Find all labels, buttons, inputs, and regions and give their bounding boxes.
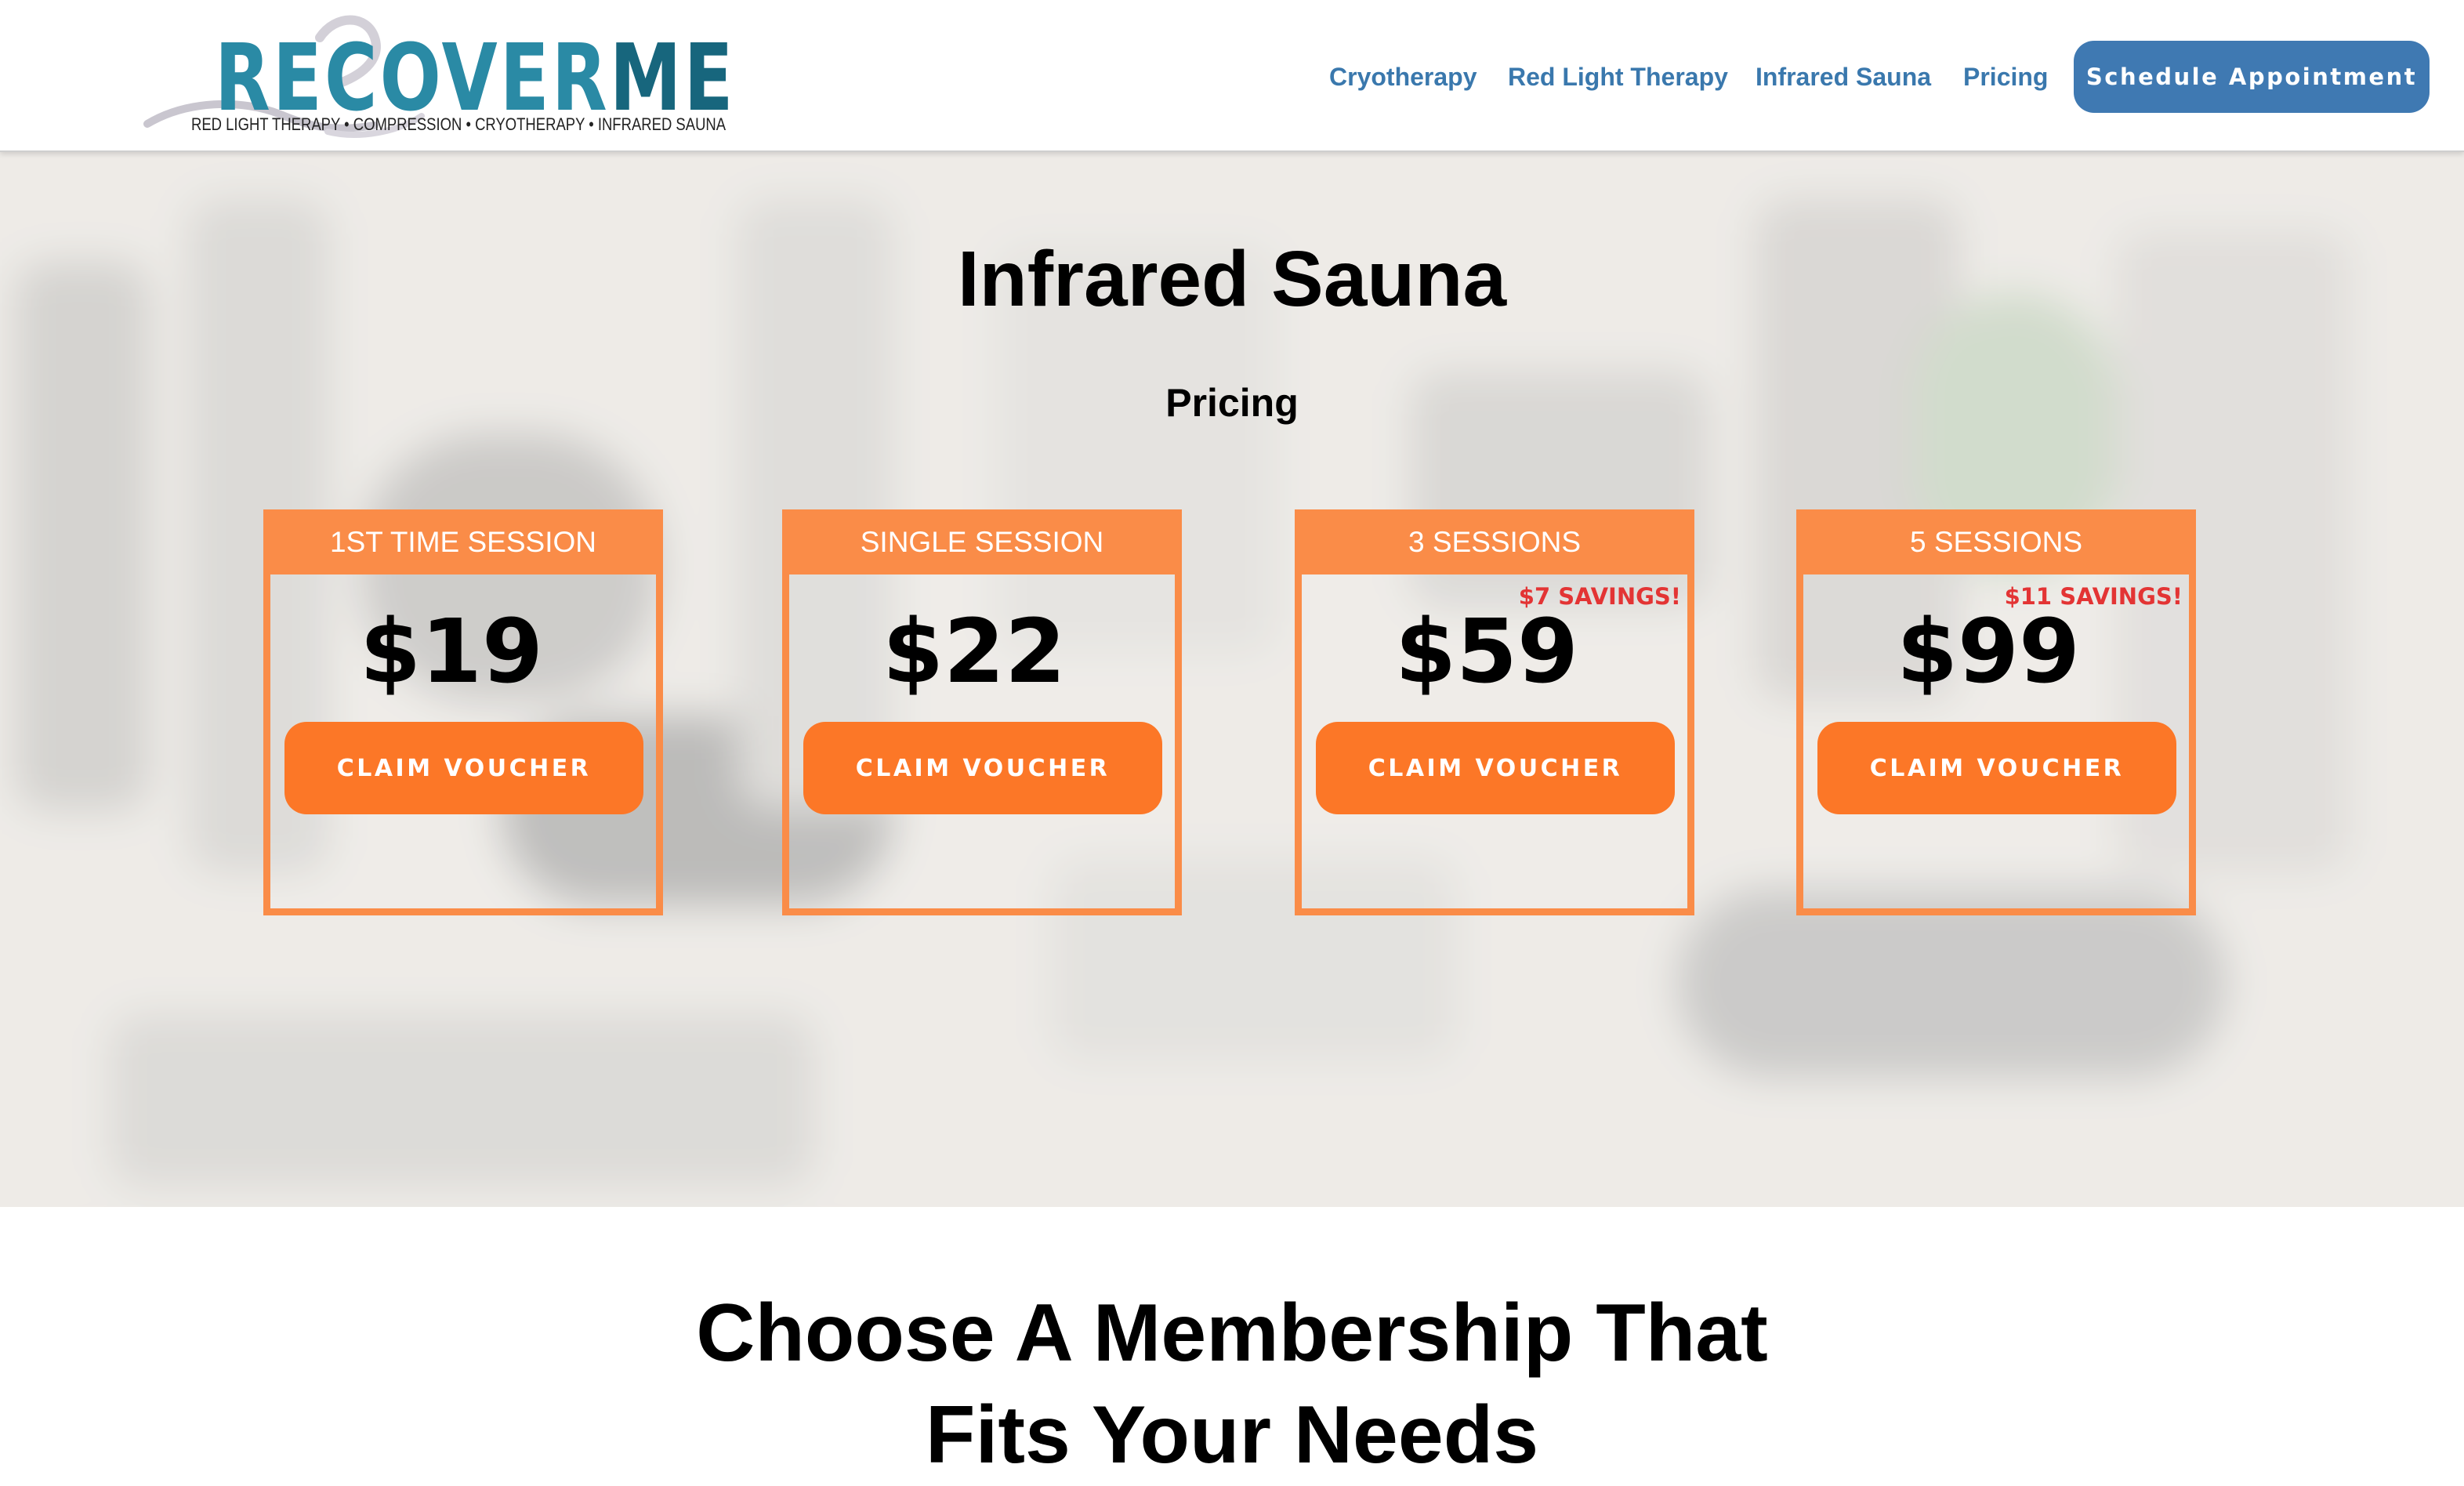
membership-heading-line1: Choose A Membership That bbox=[696, 1288, 1768, 1379]
brand-logo[interactable]: RECOVERME RED LIGHT THERAPY • COMPRESSIO… bbox=[140, 14, 733, 147]
pricing-card-single-session: SINGLE SESSION $22 CLAIM VOUCHER bbox=[782, 509, 1182, 915]
claim-voucher-button[interactable]: CLAIM VOUCHER bbox=[803, 722, 1162, 814]
page-title: Infrared Sauna bbox=[957, 235, 1507, 323]
logo-tagline: RED LIGHT THERAPY • COMPRESSION • CRYOTH… bbox=[191, 114, 727, 134]
schedule-appointment-button[interactable]: Schedule Appointment bbox=[2074, 41, 2430, 113]
pricing-card-price: $22 bbox=[882, 601, 1066, 703]
pricing-card-label: SINGLE SESSION bbox=[789, 516, 1175, 574]
pricing-card-label: 3 SESSIONS bbox=[1302, 516, 1687, 574]
nav-link-pricing[interactable]: Pricing bbox=[1963, 60, 2048, 94]
claim-voucher-button[interactable]: CLAIM VOUCHER bbox=[1817, 722, 2176, 814]
claim-voucher-button[interactable]: CLAIM VOUCHER bbox=[1316, 722, 1675, 814]
pricing-card-first-time: 1ST TIME SESSION $19 CLAIM VOUCHER bbox=[263, 509, 663, 915]
site-header: RECOVERME RED LIGHT THERAPY • COMPRESSIO… bbox=[0, 0, 2464, 152]
membership-heading-line2: Fits Your Needs bbox=[925, 1390, 1539, 1481]
pricing-card-5-sessions: 5 SESSIONS $11 SAVINGS! $99 CLAIM VOUCHE… bbox=[1796, 509, 2196, 915]
nav-link-cryotherapy[interactable]: Cryotherapy bbox=[1329, 60, 1477, 94]
pricing-card-label: 1ST TIME SESSION bbox=[270, 516, 656, 574]
pricing-subtitle: Pricing bbox=[1165, 381, 1299, 425]
pricing-card-price: $99 bbox=[1897, 601, 2080, 703]
hero-section: Infrared Sauna Pricing 1ST TIME SESSION … bbox=[0, 152, 2464, 1207]
nav-link-infrared-sauna[interactable]: Infrared Sauna bbox=[1756, 60, 1931, 94]
pricing-card-price: $19 bbox=[360, 601, 543, 703]
logo-wordmark: RECOVERME bbox=[215, 31, 736, 124]
pricing-card-3-sessions: 3 SESSIONS $7 SAVINGS! $59 CLAIM VOUCHER bbox=[1295, 509, 1694, 915]
membership-heading: Choose A Membership That Fits Your Needs bbox=[0, 1282, 2464, 1486]
nav-link-red-light-therapy[interactable]: Red Light Therapy bbox=[1508, 60, 1728, 94]
pricing-card-label: 5 SESSIONS bbox=[1803, 516, 2189, 574]
claim-voucher-button[interactable]: CLAIM VOUCHER bbox=[284, 722, 643, 814]
pricing-card-price: $59 bbox=[1395, 601, 1578, 703]
